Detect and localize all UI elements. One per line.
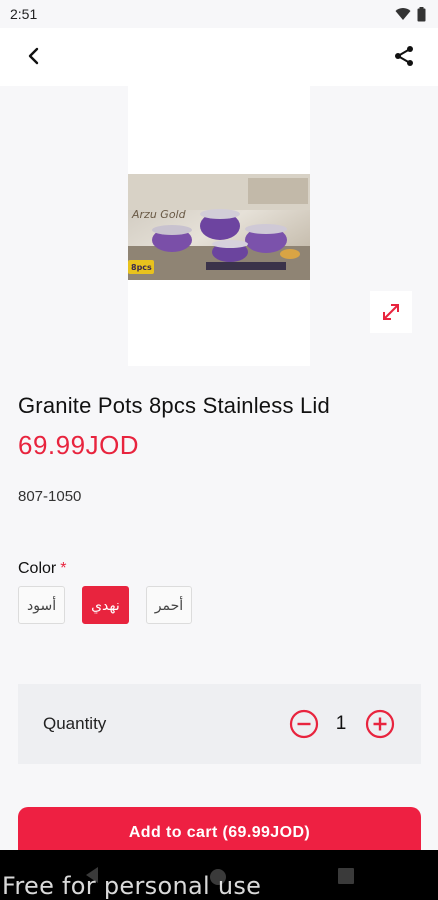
color-label-text: Color (18, 560, 57, 577)
product-title: Granite Pots 8pcs Stainless Lid (18, 393, 330, 418)
product-sku: 807-1050 (18, 488, 82, 505)
required-star: * (60, 560, 67, 577)
back-button[interactable] (14, 36, 54, 76)
minus-circle-icon (289, 709, 319, 739)
image-brand-text: Arzu Gold (131, 208, 187, 221)
app-bar (0, 28, 438, 86)
product-price: 69.99JOD (18, 430, 140, 460)
quantity-box: Quantity 1 (18, 684, 421, 764)
share-icon (395, 46, 413, 66)
quantity-label: Quantity (43, 714, 107, 733)
share-button[interactable] (384, 36, 424, 76)
expand-icon (383, 304, 399, 320)
status-bar: 2:51 (0, 0, 438, 28)
color-option-black[interactable]: أسود (18, 586, 66, 624)
wifi-icon (395, 8, 411, 20)
image-badge-text: 8pcs (131, 263, 152, 272)
increase-quantity-button[interactable] (365, 709, 395, 739)
decrease-quantity-button[interactable] (289, 709, 319, 739)
nav-recents-icon[interactable] (338, 868, 354, 884)
expand-image-button[interactable] (370, 291, 412, 333)
color-label: Color * (18, 560, 66, 578)
color-options: أسود نهدي أحمر (18, 586, 193, 624)
plus-circle-icon (365, 709, 395, 739)
color-option-red[interactable]: أحمر (145, 586, 193, 624)
battery-icon (417, 6, 426, 21)
status-icons (395, 6, 426, 22)
product-image-area[interactable]: Arzu Gold 8pcs (128, 86, 310, 366)
product-image: Arzu Gold 8pcs (128, 174, 310, 280)
quantity-value: 1 (335, 713, 347, 734)
color-option-purple[interactable]: نهدي (82, 586, 129, 624)
status-time: 2:51 (10, 6, 38, 22)
back-arrow-icon (28, 47, 39, 65)
watermark-text: Free for personal use (2, 872, 262, 900)
